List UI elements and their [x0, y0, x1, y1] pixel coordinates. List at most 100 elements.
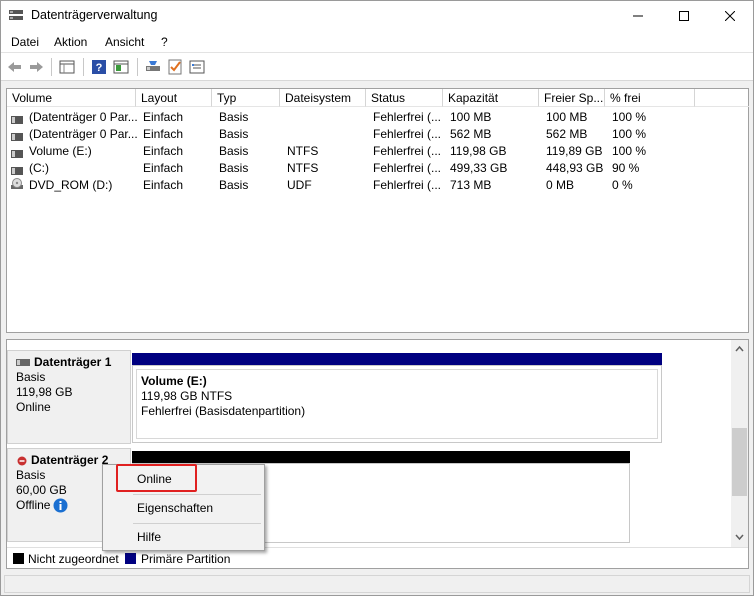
context-menu-separator	[133, 494, 261, 495]
toolbar-separator	[137, 58, 138, 76]
disk-1-label[interactable]: Datenträger 1 Basis 119,98 GB Online	[7, 350, 131, 444]
disk-icon	[11, 113, 23, 124]
minimize-button[interactable]	[615, 1, 661, 31]
table-row[interactable]: DVD_ROM (D:) Einfach Basis UDF Fehlerfrei (.…	[7, 177, 748, 194]
vertical-scrollbar[interactable]	[731, 340, 748, 547]
cell-prozent-frei: 100 %	[612, 110, 647, 124]
cell-status: Fehlerfrei (...	[373, 178, 442, 192]
offline-disk-icon	[17, 456, 27, 465]
scroll-down-icon	[735, 534, 744, 541]
menu-help[interactable]: ?	[161, 35, 168, 49]
context-menu-hilfe[interactable]: Hilfe	[105, 526, 262, 548]
help-icon[interactable]: ?	[90, 58, 108, 76]
table-row[interactable]: Volume (E:) Einfach Basis NTFS Fehlerfrei (.…	[7, 143, 748, 160]
disk-1-partition-bar	[132, 353, 662, 365]
disk-icon[interactable]	[144, 58, 162, 76]
table-row[interactable]: (Datenträger 0 Par... Einfach Basis Fehlerf…	[7, 126, 748, 143]
window-title: Datenträgerverwaltung	[31, 8, 158, 22]
dvd-icon	[11, 178, 23, 189]
context-menu-separator	[133, 523, 261, 524]
cell-typ: Basis	[219, 110, 249, 124]
cell-status: Fehlerfrei (...	[373, 144, 442, 158]
disk-2-name: Datenträger 2	[31, 453, 109, 467]
volume-list: Volume Layout Typ Dateisystem Status Kap…	[6, 88, 749, 333]
disk-1-state: Online	[16, 400, 51, 414]
column-header-layout[interactable]: Layout	[136, 89, 212, 107]
status-bar-segment	[4, 575, 750, 593]
cell-freier-speicher: 100 MB	[546, 110, 588, 124]
back-icon[interactable]	[6, 58, 24, 76]
cell-freier-speicher: 562 MB	[546, 127, 588, 141]
volume-e-partition[interactable]: Volume (E:) 119,98 GB NTFS Fehlerfrei (B…	[136, 369, 658, 439]
column-header-status[interactable]: Status	[366, 89, 443, 107]
check-icon[interactable]	[166, 58, 184, 76]
cell-volume: (Datenträger 0 Par...	[29, 127, 138, 141]
cell-prozent-frei: 100 %	[612, 144, 647, 158]
cell-freier-speicher: 448,93 GB	[546, 161, 604, 175]
forward-icon[interactable]	[27, 58, 45, 76]
column-header-dateisystem[interactable]: Dateisystem	[280, 89, 366, 107]
cell-typ: Basis	[219, 178, 249, 192]
menu-aktion[interactable]: Aktion	[54, 35, 87, 49]
menu-ansicht[interactable]: Ansicht	[105, 35, 144, 49]
cell-volume: (C:)	[29, 161, 49, 175]
cell-freier-speicher: 0 MB	[546, 178, 575, 192]
cell-kapazitaet: 499,33 GB	[450, 161, 508, 175]
disk-icon	[16, 359, 30, 366]
cell-volume: DVD_ROM (D:)	[29, 178, 113, 192]
legend-swatch-primary	[125, 553, 136, 564]
partition-title: Volume (E:)	[141, 374, 207, 388]
cell-kapazitaet: 713 MB	[450, 178, 492, 192]
disk-1-partition-area: Volume (E:) 119,98 GB NTFS Fehlerfrei (B…	[132, 365, 662, 443]
cell-prozent-frei: 100 %	[612, 127, 647, 141]
disk-2-unallocated-bar	[132, 451, 630, 463]
cell-layout: Einfach	[143, 110, 184, 124]
cell-kapazitaet: 562 MB	[450, 127, 492, 141]
column-header-prozent-frei[interactable]: % frei	[605, 89, 695, 107]
cell-status: Fehlerfrei (...	[373, 161, 442, 175]
volume-list-icon[interactable]	[58, 58, 76, 76]
cell-dateisystem: NTFS	[287, 144, 319, 158]
cell-typ: Basis	[219, 144, 249, 158]
minimize-icon	[633, 15, 643, 17]
toolbar: ?	[1, 52, 753, 81]
cell-layout: Einfach	[143, 178, 184, 192]
column-header-kapazitaet[interactable]: Kapazität	[443, 89, 539, 107]
maximize-button[interactable]	[661, 1, 707, 31]
title-bar: Datenträgerverwaltung	[1, 1, 753, 31]
cell-freier-speicher: 119,89 GB	[546, 144, 603, 158]
table-row[interactable]: (Datenträger 0 Par... Einfach Basis Fehlerf…	[7, 109, 748, 126]
cell-kapazitaet: 119,98 GB	[450, 144, 507, 158]
table-row[interactable]: (C:) Einfach Basis NTFS Fehlerfrei (... 499,3…	[7, 160, 748, 177]
cell-typ: Basis	[219, 127, 249, 141]
disk-icon	[11, 147, 23, 158]
column-header-freier-speicher[interactable]: Freier Sp...	[539, 89, 605, 107]
close-button[interactable]	[707, 1, 753, 31]
toolbar-separator	[83, 58, 84, 76]
close-icon	[725, 11, 735, 21]
context-menu-eigenschaften[interactable]: Eigenschaften	[105, 497, 262, 519]
disk-management-app-icon	[9, 9, 23, 21]
status-bar	[1, 573, 753, 595]
cell-prozent-frei: 0 %	[612, 178, 633, 192]
column-header-filler	[695, 89, 749, 107]
cell-dateisystem: NTFS	[287, 161, 319, 175]
column-header-typ[interactable]: Typ	[212, 89, 280, 107]
settings-icon[interactable]	[188, 58, 206, 76]
menu-datei[interactable]: Datei	[11, 35, 39, 49]
toolbar-separator	[51, 58, 52, 76]
info-icon	[53, 498, 68, 513]
properties-icon[interactable]	[112, 58, 130, 76]
disk-icon	[11, 164, 23, 175]
cell-volume: Volume (E:)	[29, 144, 92, 158]
legend-label-unallocated: Nicht zugeordnet	[28, 552, 119, 566]
disk-1-size: 119,98 GB	[16, 385, 73, 399]
column-header-volume[interactable]: Volume	[7, 89, 136, 107]
cell-status: Fehlerfrei (...	[373, 110, 442, 124]
online-highlight-box	[116, 464, 197, 492]
cell-layout: Einfach	[143, 127, 184, 141]
disk-2-state: Offline	[16, 498, 51, 512]
partition-size: 119,98 GB NTFS	[141, 389, 233, 403]
scroll-thumb[interactable]	[732, 428, 747, 496]
cell-layout: Einfach	[143, 144, 184, 158]
